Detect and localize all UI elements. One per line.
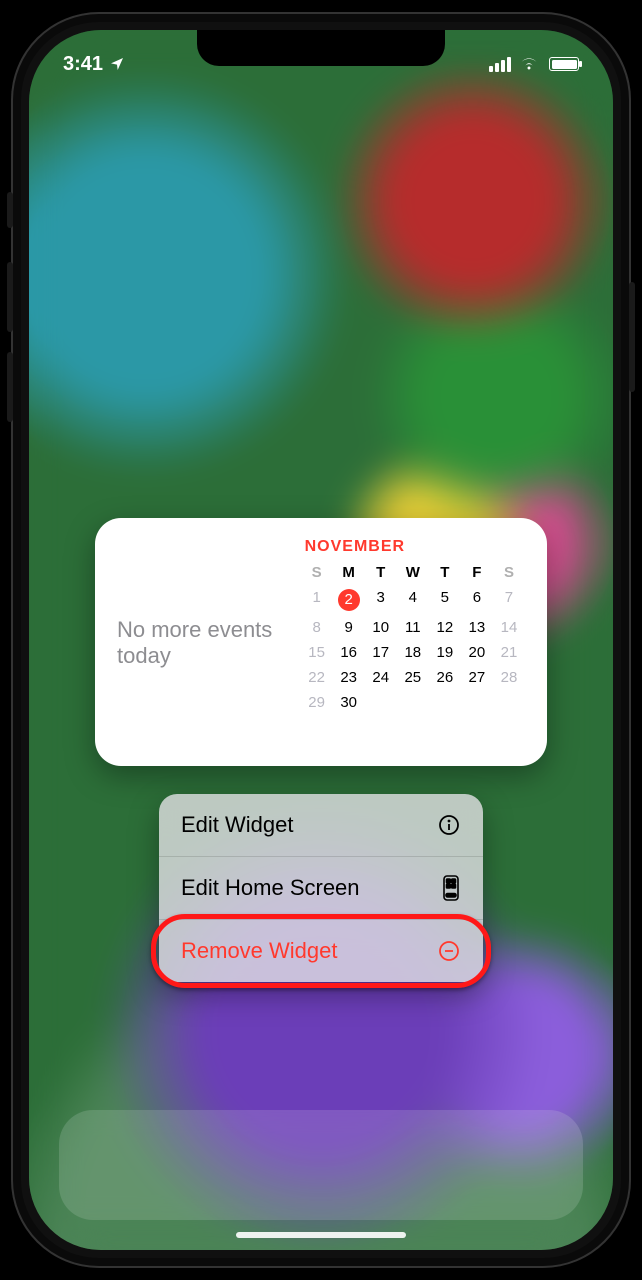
menu-item-edit-home-screen[interactable]: Edit Home Screen — [159, 857, 483, 920]
dow-header: S — [493, 562, 525, 585]
events-summary: No more events today — [117, 617, 301, 670]
phone-frame: 3:41 No more events today NOVEMBER SMTWT… — [11, 12, 631, 1268]
dow-header: T — [365, 562, 397, 585]
calendar-day: 25 — [397, 665, 429, 690]
cellular-signal-icon — [489, 57, 511, 72]
homescreen-icon — [441, 875, 461, 901]
calendar-day: 12 — [429, 615, 461, 640]
calendar-day: 10 — [365, 615, 397, 640]
calendar-day: 19 — [429, 640, 461, 665]
calendar-day: 20 — [461, 640, 493, 665]
calendar-day: 11 — [397, 615, 429, 640]
calendar-day: 15 — [301, 640, 333, 665]
calendar-day: 29 — [301, 690, 333, 715]
volume-down-button[interactable] — [7, 352, 13, 422]
calendar-day: 5 — [429, 585, 461, 615]
calendar-day: 4 — [397, 585, 429, 615]
calendar-day: 18 — [397, 640, 429, 665]
calendar-day: 30 — [333, 690, 365, 715]
calendar-day: 3 — [365, 585, 397, 615]
dock — [59, 1110, 583, 1220]
wifi-icon — [519, 53, 539, 76]
widget-context-menu: Edit Widget Edit Home Screen Remove Widget — [159, 794, 483, 982]
calendar-day: 28 — [493, 665, 525, 690]
calendar-day: 22 — [301, 665, 333, 690]
home-indicator[interactable] — [236, 1232, 406, 1238]
dow-header: T — [429, 562, 461, 585]
battery-icon — [549, 57, 579, 71]
calendar-day: 21 — [493, 640, 525, 665]
calendar-day: 1 — [301, 585, 333, 615]
calendar-day: 9 — [333, 615, 365, 640]
calendar-day: 27 — [461, 665, 493, 690]
calendar-grid: SMTWTFS123456789101112131415161718192021… — [301, 562, 525, 715]
month-label: NOVEMBER — [301, 538, 525, 556]
screen: 3:41 No more events today NOVEMBER SMTWT… — [29, 30, 613, 1250]
volume-up-button[interactable] — [7, 262, 13, 332]
calendar-day: 17 — [365, 640, 397, 665]
info-circle-icon — [437, 813, 461, 837]
calendar-day-today: 2 — [333, 585, 365, 615]
silence-switch[interactable] — [7, 192, 13, 228]
location-icon — [109, 56, 125, 72]
calendar-day: 16 — [333, 640, 365, 665]
calendar-day: 23 — [333, 665, 365, 690]
calendar-day: 26 — [429, 665, 461, 690]
status-time: 3:41 — [63, 53, 103, 76]
dow-header: M — [333, 562, 365, 585]
minus-circle-icon — [437, 939, 461, 963]
menu-item-remove-widget[interactable]: Remove Widget — [159, 920, 483, 982]
calendar-day: 24 — [365, 665, 397, 690]
calendar-day: 6 — [461, 585, 493, 615]
menu-item-edit-widget[interactable]: Edit Widget — [159, 794, 483, 857]
dow-header: F — [461, 562, 493, 585]
calendar-day: 8 — [301, 615, 333, 640]
calendar-day: 13 — [461, 615, 493, 640]
calendar-widget[interactable]: No more events today NOVEMBER SMTWTFS123… — [95, 518, 547, 766]
calendar-day: 7 — [493, 585, 525, 615]
dow-header: S — [301, 562, 333, 585]
menu-item-label: Edit Widget — [181, 812, 294, 838]
power-button[interactable] — [629, 282, 635, 392]
calendar-day: 14 — [493, 615, 525, 640]
menu-item-label: Remove Widget — [181, 938, 338, 964]
dow-header: W — [397, 562, 429, 585]
notch — [197, 30, 445, 66]
menu-item-label: Edit Home Screen — [181, 875, 360, 901]
